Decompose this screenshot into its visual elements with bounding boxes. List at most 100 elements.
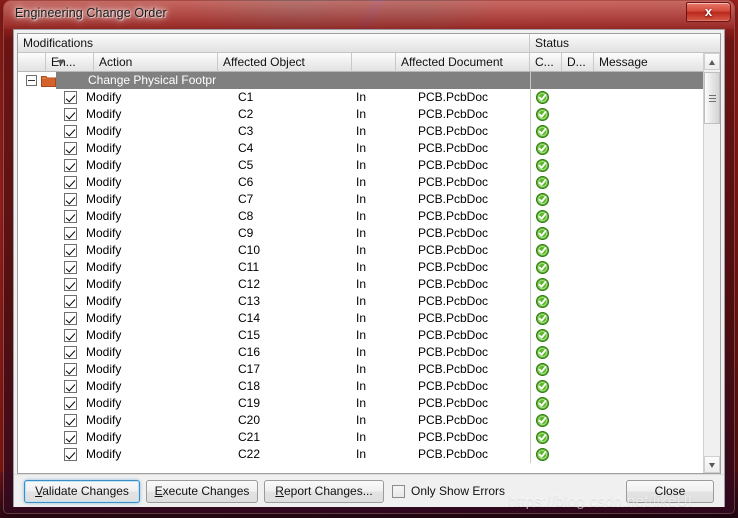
row-affected-document-label: PCB.PcbDoc	[418, 107, 488, 121]
table-row[interactable]: ModifyC18InPCB.PcbDoc	[18, 378, 704, 395]
row-enable-checkbox[interactable]	[64, 363, 82, 376]
row-enable-checkbox[interactable]	[64, 397, 82, 410]
row-enable-checkbox[interactable]	[64, 210, 82, 223]
checkbox-checked-icon	[64, 142, 77, 155]
grid-rows-viewport[interactable]: Change Physical Footpr ModifyC1InPCB.Pcb…	[18, 72, 704, 473]
row-enable-checkbox[interactable]	[64, 448, 82, 461]
row-affected-object-label: C8	[238, 209, 253, 223]
row-enable-checkbox[interactable]	[64, 295, 82, 308]
row-affected-object-label: C21	[238, 430, 260, 444]
row-enable-checkbox[interactable]	[64, 108, 82, 121]
grid-vertical-scrollbar[interactable]	[703, 53, 720, 473]
row-status	[536, 159, 556, 172]
row-enable-checkbox[interactable]	[64, 380, 82, 393]
table-row[interactable]: ModifyC8InPCB.PcbDoc	[18, 208, 704, 225]
scroll-down-arrow-icon[interactable]	[704, 456, 720, 473]
row-affected-object: C22	[238, 446, 348, 463]
row-enable-checkbox[interactable]	[64, 193, 82, 206]
group-header-status: Status	[530, 34, 704, 52]
table-row[interactable]: ModifyC15InPCB.PcbDoc	[18, 327, 704, 344]
table-row[interactable]: ModifyC14InPCB.PcbDoc	[18, 310, 704, 327]
row-affected-object: C12	[238, 276, 348, 293]
window-close-button[interactable]: x	[686, 2, 731, 22]
table-row[interactable]: ModifyC16InPCB.PcbDoc	[18, 344, 704, 361]
minus-square-icon[interactable]	[26, 75, 37, 86]
row-affected-object: C18	[238, 378, 348, 395]
column-header-affected-document[interactable]: Affected Document	[396, 53, 530, 71]
row-enable-checkbox[interactable]	[64, 414, 82, 427]
row-enable-checkbox[interactable]	[64, 329, 82, 342]
checkbox-checked-icon	[64, 278, 77, 291]
close-icon: x	[687, 3, 730, 21]
window-title-bar[interactable]: Engineering Change Order x	[4, 1, 734, 29]
row-status	[536, 414, 556, 427]
row-status	[536, 244, 556, 257]
checkbox-checked-icon	[64, 91, 77, 104]
table-row[interactable]: ModifyC7InPCB.PcbDoc	[18, 191, 704, 208]
column-header-message[interactable]: Message	[594, 53, 704, 71]
scrollbar-thumb[interactable]	[704, 72, 720, 124]
modifications-grid: Modifications Status En... Action Affect…	[17, 33, 721, 474]
row-affected-document: PCB.PcbDoc	[418, 140, 528, 157]
table-row[interactable]: ModifyC3InPCB.PcbDoc	[18, 123, 704, 140]
table-row[interactable]: ModifyC2InPCB.PcbDoc	[18, 106, 704, 123]
scroll-up-arrow-icon[interactable]	[704, 53, 720, 70]
table-row[interactable]: ModifyC9InPCB.PcbDoc	[18, 225, 704, 242]
row-status	[536, 278, 556, 291]
row-affected-document-label: PCB.PcbDoc	[418, 328, 488, 342]
row-enable-checkbox[interactable]	[64, 227, 82, 240]
checkbox-checked-icon	[64, 261, 77, 274]
row-enable-checkbox[interactable]	[64, 312, 82, 325]
table-row[interactable]: ModifyC22InPCB.PcbDoc	[18, 446, 704, 463]
row-enable-checkbox[interactable]	[64, 346, 82, 359]
row-enable-checkbox[interactable]	[64, 125, 82, 138]
table-row[interactable]: ModifyC20InPCB.PcbDoc	[18, 412, 704, 429]
validate-changes-button[interactable]: Validate Changes	[24, 480, 140, 503]
table-row[interactable]: ModifyC21InPCB.PcbDoc	[18, 429, 704, 446]
row-direction: In	[356, 106, 396, 123]
status-ok-icon	[536, 278, 549, 291]
report-changes-button[interactable]: Report Changes...	[264, 480, 384, 503]
row-separator	[530, 123, 531, 140]
table-row[interactable]: ModifyC19InPCB.PcbDoc	[18, 395, 704, 412]
row-enable-checkbox[interactable]	[64, 142, 82, 155]
report-label-rest: eport Changes...	[284, 484, 373, 498]
table-row[interactable]: ModifyC4InPCB.PcbDoc	[18, 140, 704, 157]
row-enable-checkbox[interactable]	[64, 278, 82, 291]
column-header-check[interactable]: C...	[530, 53, 562, 71]
table-row[interactable]: ModifyC10InPCB.PcbDoc	[18, 242, 704, 259]
row-direction: In	[356, 208, 396, 225]
row-affected-object: C3	[238, 123, 348, 140]
grid-group-row[interactable]: Change Physical Footpr	[18, 72, 704, 89]
column-header-enable[interactable]: En...	[46, 53, 94, 71]
column-header-direction[interactable]	[352, 53, 396, 71]
row-affected-document: PCB.PcbDoc	[418, 378, 528, 395]
checkbox-checked-icon	[64, 431, 77, 444]
close-dialog-button[interactable]: Close	[626, 480, 714, 503]
row-affected-document: PCB.PcbDoc	[418, 106, 528, 123]
row-enable-checkbox[interactable]	[64, 159, 82, 172]
row-affected-object-label: C4	[238, 141, 253, 155]
column-header-done[interactable]: D...	[562, 53, 594, 71]
table-row[interactable]: ModifyC6InPCB.PcbDoc	[18, 174, 704, 191]
row-separator	[530, 412, 531, 429]
row-enable-checkbox[interactable]	[64, 431, 82, 444]
execute-changes-button[interactable]: Execute Changes	[146, 480, 258, 503]
row-affected-document: PCB.PcbDoc	[418, 293, 528, 310]
row-status	[536, 363, 556, 376]
row-enable-checkbox[interactable]	[64, 261, 82, 274]
table-row[interactable]: ModifyC13InPCB.PcbDoc	[18, 293, 704, 310]
table-row[interactable]: ModifyC1InPCB.PcbDoc	[18, 89, 704, 106]
row-affected-document-label: PCB.PcbDoc	[418, 158, 488, 172]
table-row[interactable]: ModifyC5InPCB.PcbDoc	[18, 157, 704, 174]
row-enable-checkbox[interactable]	[64, 91, 82, 104]
column-header-affected-object[interactable]: Affected Object	[218, 53, 352, 71]
window-client-area: Modifications Status En... Action Affect…	[13, 29, 725, 507]
table-row[interactable]: ModifyC17InPCB.PcbDoc	[18, 361, 704, 378]
column-header-action[interactable]: Action	[94, 53, 218, 71]
row-separator	[530, 395, 531, 412]
table-row[interactable]: ModifyC12InPCB.PcbDoc	[18, 276, 704, 293]
table-row[interactable]: ModifyC11InPCB.PcbDoc	[18, 259, 704, 276]
row-enable-checkbox[interactable]	[64, 244, 82, 257]
row-enable-checkbox[interactable]	[64, 176, 82, 189]
